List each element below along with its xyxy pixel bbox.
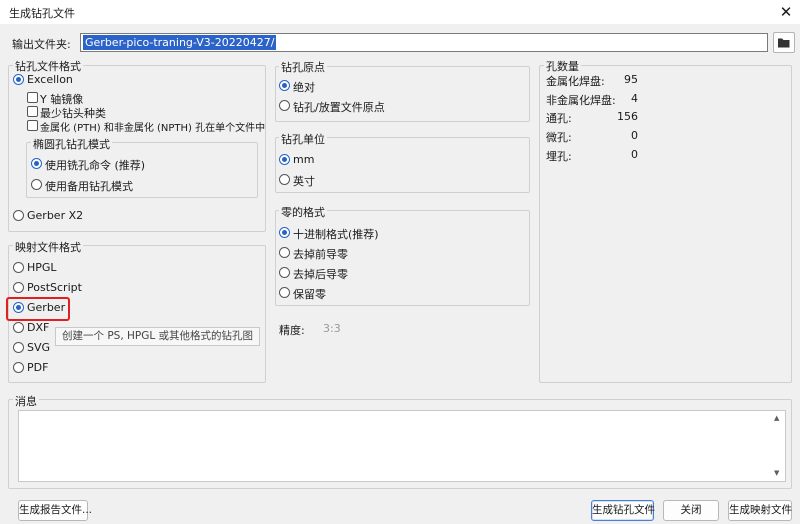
precision-value: 3:3 [323,322,341,335]
scroll-up-icon[interactable]: ▲ [774,414,779,422]
scroll-down-icon[interactable]: ▼ [774,469,779,477]
route-command-label: 使用铣孔命令 (推荐) [45,159,146,172]
absolute-origin-radio[interactable] [279,80,290,91]
dxf-radio[interactable] [13,322,24,333]
mirror-y-checkbox[interactable] [27,92,38,103]
suppress-leading-label: 去掉前导零 [293,248,348,261]
folder-icon [778,38,790,48]
title-bar: 生成钻孔文件 ✕ [0,0,800,24]
close-button[interactable]: 关闭 [663,500,719,521]
browse-folder-button[interactable] [773,32,795,53]
postscript-radio[interactable] [13,282,24,293]
micro-vias-label: 微孔: [546,131,572,144]
hole-count-group [539,65,792,383]
gerber-highlight-box [6,297,70,321]
buried-vias-label: 埋孔: [546,150,572,163]
aux-origin-label: 钻孔/放置文件原点 [293,101,385,114]
zeros-format-title: 零的格式 [279,204,327,220]
inch-label: 英寸 [293,175,315,188]
drill-origin-title: 钻孔原点 [279,59,327,75]
pdf-label: PDF [27,361,49,374]
svg-radio[interactable] [13,342,24,353]
decimal-format-label: 十进制格式(推荐) [293,228,379,241]
pdf-radio[interactable] [13,362,24,373]
non-plated-pads-value: 4 [631,92,638,105]
absolute-origin-label: 绝对 [293,81,315,94]
output-folder-value: Gerber-pico-traning-V3-20220427/ [83,35,277,50]
precision-label: 精度: [279,324,305,337]
plated-pads-label: 金属化焊盘: [546,75,605,88]
buried-vias-value: 0 [631,148,638,161]
keep-zeros-label: 保留零 [293,288,326,301]
map-format-title: 映射文件格式 [13,239,83,255]
micro-vias-value: 0 [631,129,638,142]
close-icon[interactable]: ✕ [774,1,798,23]
mm-label: mm [293,153,315,166]
decimal-format-radio[interactable] [279,227,290,238]
keep-zeros-radio[interactable] [279,287,290,298]
gerber-x2-label: Gerber X2 [27,209,84,222]
plated-pads-value: 95 [624,73,638,86]
generate-drill-button[interactable]: 生成钻孔文件 [591,500,655,521]
minimal-header-checkbox[interactable] [27,106,38,117]
generate-report-button[interactable]: 生成报告文件... [18,500,92,521]
alt-drill-radio[interactable] [31,179,42,190]
suppress-trailing-label: 去掉后导零 [293,268,348,281]
merge-pth-label: 金属化 (PTH) 和非金属化 (NPTH) 孔在单个文件中 [40,123,266,134]
drill-units-title: 钻孔单位 [279,131,327,147]
map-format-tooltip: 创建一个 PS, HPGL 或其他格式的钻孔图 [55,327,261,346]
hole-count-title: 孔数量 [544,58,581,74]
messages-title: 消息 [13,393,39,409]
output-folder-label: 输出文件夹: [12,38,71,51]
inch-radio[interactable] [279,174,290,185]
messages-textarea[interactable] [18,410,786,482]
merge-pth-checkbox[interactable] [27,120,38,131]
excellon-label: Excellon [27,73,73,86]
dxf-label: DXF [27,321,50,334]
vias-label: 通孔: [546,112,572,125]
mm-radio[interactable] [279,154,290,165]
drill-format-title: 钻孔文件格式 [13,58,83,74]
postscript-label: PostScript [27,281,82,294]
vias-value: 156 [617,110,638,123]
suppress-trailing-radio[interactable] [279,267,290,278]
gerber-x2-radio[interactable] [13,210,24,221]
hpgl-label: HPGL [27,261,57,274]
hpgl-radio[interactable] [13,262,24,273]
output-folder-input[interactable]: Gerber-pico-traning-V3-20220427/ [80,33,768,52]
route-command-radio[interactable] [31,158,42,169]
excellon-radio[interactable] [13,74,24,85]
suppress-leading-radio[interactable] [279,247,290,258]
alt-drill-label: 使用备用钻孔模式 [45,180,133,193]
aux-origin-radio[interactable] [279,100,290,111]
generate-map-button[interactable]: 生成映射文件 [728,500,792,521]
window-title: 生成钻孔文件 [9,7,75,20]
svg-label: SVG [27,341,51,354]
oval-mode-title: 椭圆孔钻孔模式 [31,136,112,152]
